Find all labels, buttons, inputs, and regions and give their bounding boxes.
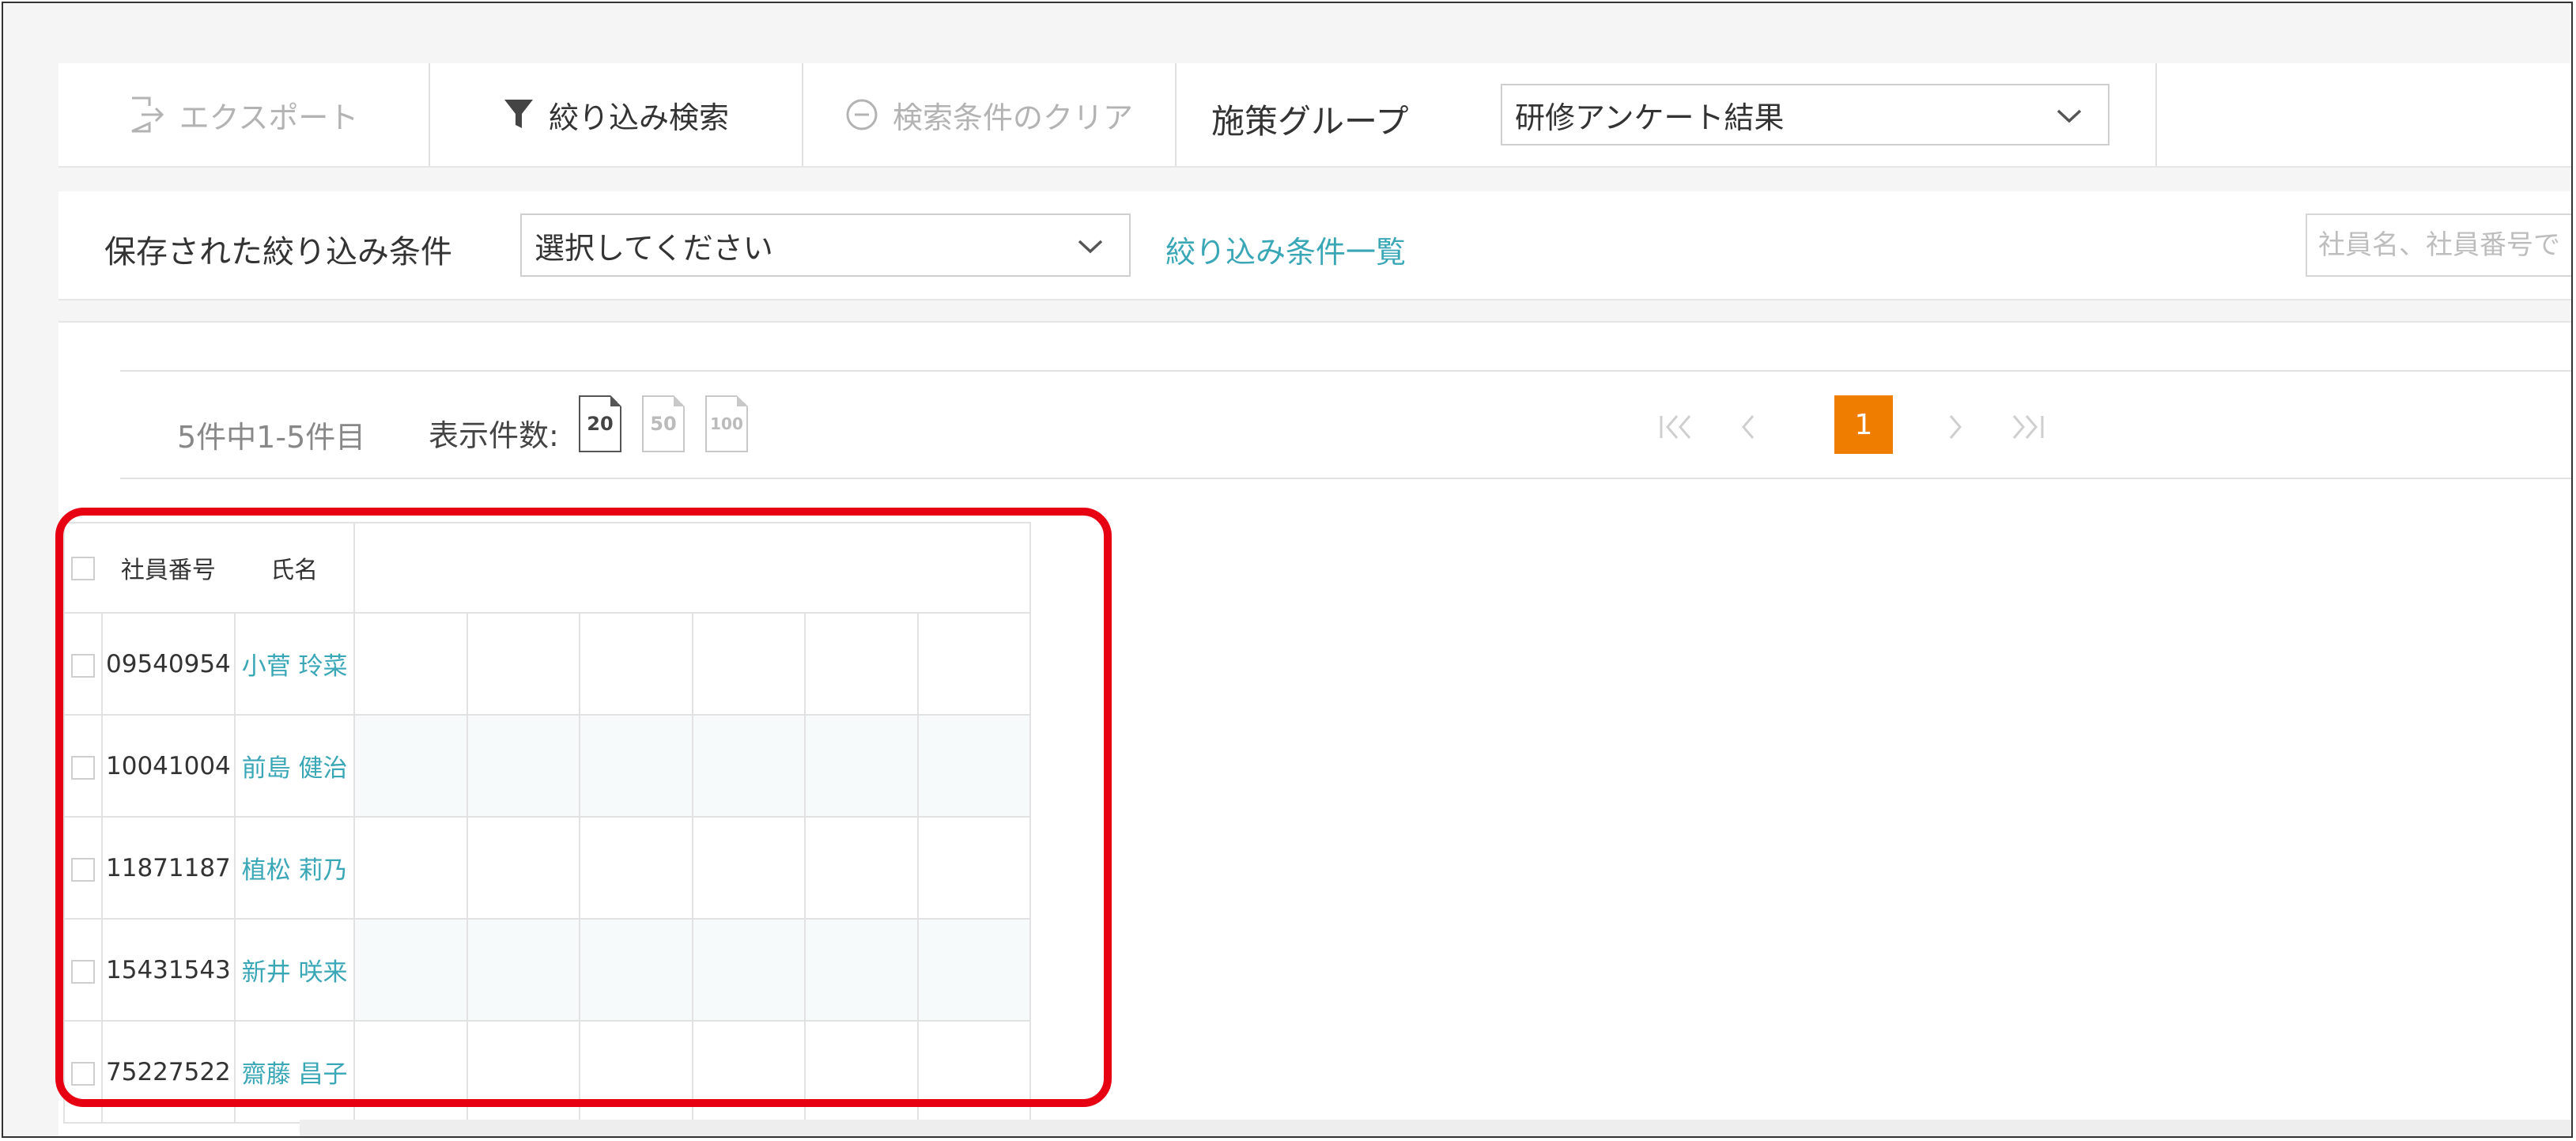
data-cell (579, 612, 693, 716)
row-checkbox[interactable] (70, 959, 95, 984)
table-row: 10041004 前島 健治 (63, 714, 1031, 818)
select-all-cell (63, 522, 102, 614)
data-cell (804, 816, 919, 920)
saved-filter-select-value: 選択してください (534, 230, 773, 266)
toolbar: エクスポート 絞り込み検索 検索条件のクリア 施策グループ 研修アンケート結果 (59, 63, 2571, 168)
saved-filter-list-link[interactable]: 絞り込み条件一覧 (1165, 228, 1406, 271)
employee-id: 10041004 (100, 714, 236, 818)
employee-name-link[interactable]: 齋藤 昌子 (233, 1020, 356, 1124)
saved-filter-select[interactable]: 選択してください (520, 213, 1131, 277)
group-select[interactable]: 研修アンケート結果 (1501, 84, 2110, 145)
prev-page-icon[interactable] (1725, 403, 1773, 451)
employee-id: 15431543 (100, 918, 236, 1022)
employee-id: 09540954 (100, 612, 236, 716)
employee-name-link[interactable]: 前島 健治 (233, 714, 356, 818)
table-row: 15431543 新井 咲来 (63, 918, 1031, 1022)
table-header-row: 社員番号 氏名 (63, 522, 1031, 614)
group-label: 施策グループ (1211, 102, 1409, 141)
row-checkbox-cell (63, 612, 103, 716)
data-cell (916, 1020, 1031, 1124)
result-count: 5件中1-5件目 (177, 420, 366, 455)
filter-search-label: 絞り込み検索 (548, 100, 729, 135)
data-cell (804, 612, 919, 716)
row-checkbox[interactable] (70, 1061, 95, 1086)
page-size-50[interactable]: 50 (642, 395, 685, 452)
filter-search-button[interactable]: 絞り込み検索 (430, 63, 803, 166)
export-label: エクスポート (179, 100, 359, 135)
page-size-20[interactable]: 20 (579, 395, 621, 452)
employee-search-input[interactable] (2306, 213, 2571, 277)
data-cell (353, 714, 468, 818)
data-cell (466, 816, 581, 920)
data-cell (466, 1020, 581, 1124)
data-cell (579, 918, 693, 1022)
employee-id: 11871187 (100, 816, 236, 920)
row-checkbox[interactable] (70, 857, 95, 882)
table-row: 75227522 齋藤 昌子 (63, 1020, 1031, 1124)
saved-filter-label: 保存された絞り込み条件 (104, 234, 452, 270)
app-window: エクスポート 絞り込み検索 検索条件のクリア 施策グループ 研修アンケート結果 (2, 2, 2573, 1138)
data-cell (916, 816, 1031, 920)
data-cell (804, 714, 919, 818)
clear-filter-label: 検索条件のクリア (892, 100, 1133, 135)
last-page-icon[interactable] (2002, 403, 2049, 451)
group-selector: 施策グループ 研修アンケート結果 (1177, 63, 2157, 166)
data-cell (579, 1020, 693, 1124)
employee-name-link[interactable]: 植松 莉乃 (233, 816, 356, 920)
export-icon (129, 95, 165, 134)
row-checkbox[interactable] (70, 755, 95, 780)
results-panel: 5件中1-5件目 表示件数: 20 50 100 1 社員番号 氏名 09540… (59, 321, 2571, 1136)
export-button[interactable]: エクスポート (59, 63, 430, 166)
clear-filter-button[interactable]: 検索条件のクリア (803, 63, 1177, 166)
data-cell (691, 816, 806, 920)
employee-id-header[interactable]: 社員番号 (101, 522, 235, 614)
data-cell (691, 1020, 806, 1124)
first-page-icon[interactable] (1654, 403, 1702, 451)
data-cell (804, 1020, 919, 1124)
current-page[interactable]: 1 (1834, 395, 1893, 454)
data-cell (466, 714, 581, 818)
clear-icon (845, 98, 878, 131)
blank-header (353, 522, 1031, 614)
page-size-100[interactable]: 100 (705, 395, 748, 452)
employee-table: 社員番号 氏名 09540954 小菅 玲菜 10041004 前島 健治 11… (59, 522, 1031, 1136)
row-checkbox-cell (63, 1020, 103, 1124)
group-select-value: 研修アンケート結果 (1515, 100, 1785, 135)
data-cell (691, 612, 806, 716)
data-cell (691, 714, 806, 818)
data-cell (691, 918, 806, 1022)
data-cell (466, 612, 581, 716)
employee-name-link[interactable]: 小菅 玲菜 (233, 612, 356, 716)
pager-bar: 5件中1-5件目 表示件数: 20 50 100 1 (120, 370, 2571, 479)
data-cell (916, 714, 1031, 818)
data-cell (353, 1020, 468, 1124)
select-all-checkbox[interactable] (71, 557, 96, 580)
data-cell (353, 816, 468, 920)
data-cell (916, 918, 1031, 1022)
row-checkbox-cell (63, 816, 103, 920)
data-cell (353, 612, 468, 716)
row-checkbox-cell (63, 918, 103, 1022)
saved-filter-bar: 保存された絞り込み条件 選択してください 絞り込み条件一覧 (59, 191, 2571, 300)
row-checkbox-cell (63, 714, 103, 818)
filter-icon (503, 98, 534, 131)
data-cell (466, 918, 581, 1022)
table-row: 11871187 植松 莉乃 (63, 816, 1031, 920)
next-page-icon[interactable] (1931, 403, 1978, 451)
data-cell (579, 714, 693, 818)
data-cell (804, 918, 919, 1022)
data-cell (916, 612, 1031, 716)
data-cell (353, 918, 468, 1022)
table-row: 09540954 小菅 玲菜 (63, 612, 1031, 716)
name-header[interactable]: 氏名 (234, 522, 356, 614)
employee-id: 75227522 (100, 1020, 236, 1124)
per-page-label: 表示件数: (429, 418, 559, 453)
data-cell (579, 816, 693, 920)
chevron-down-icon (1077, 228, 1104, 263)
horizontal-scrollbar[interactable] (300, 1120, 2571, 1136)
chevron-down-icon (2056, 97, 2083, 132)
employee-name-link[interactable]: 新井 咲来 (233, 918, 356, 1022)
row-checkbox[interactable] (70, 653, 95, 678)
